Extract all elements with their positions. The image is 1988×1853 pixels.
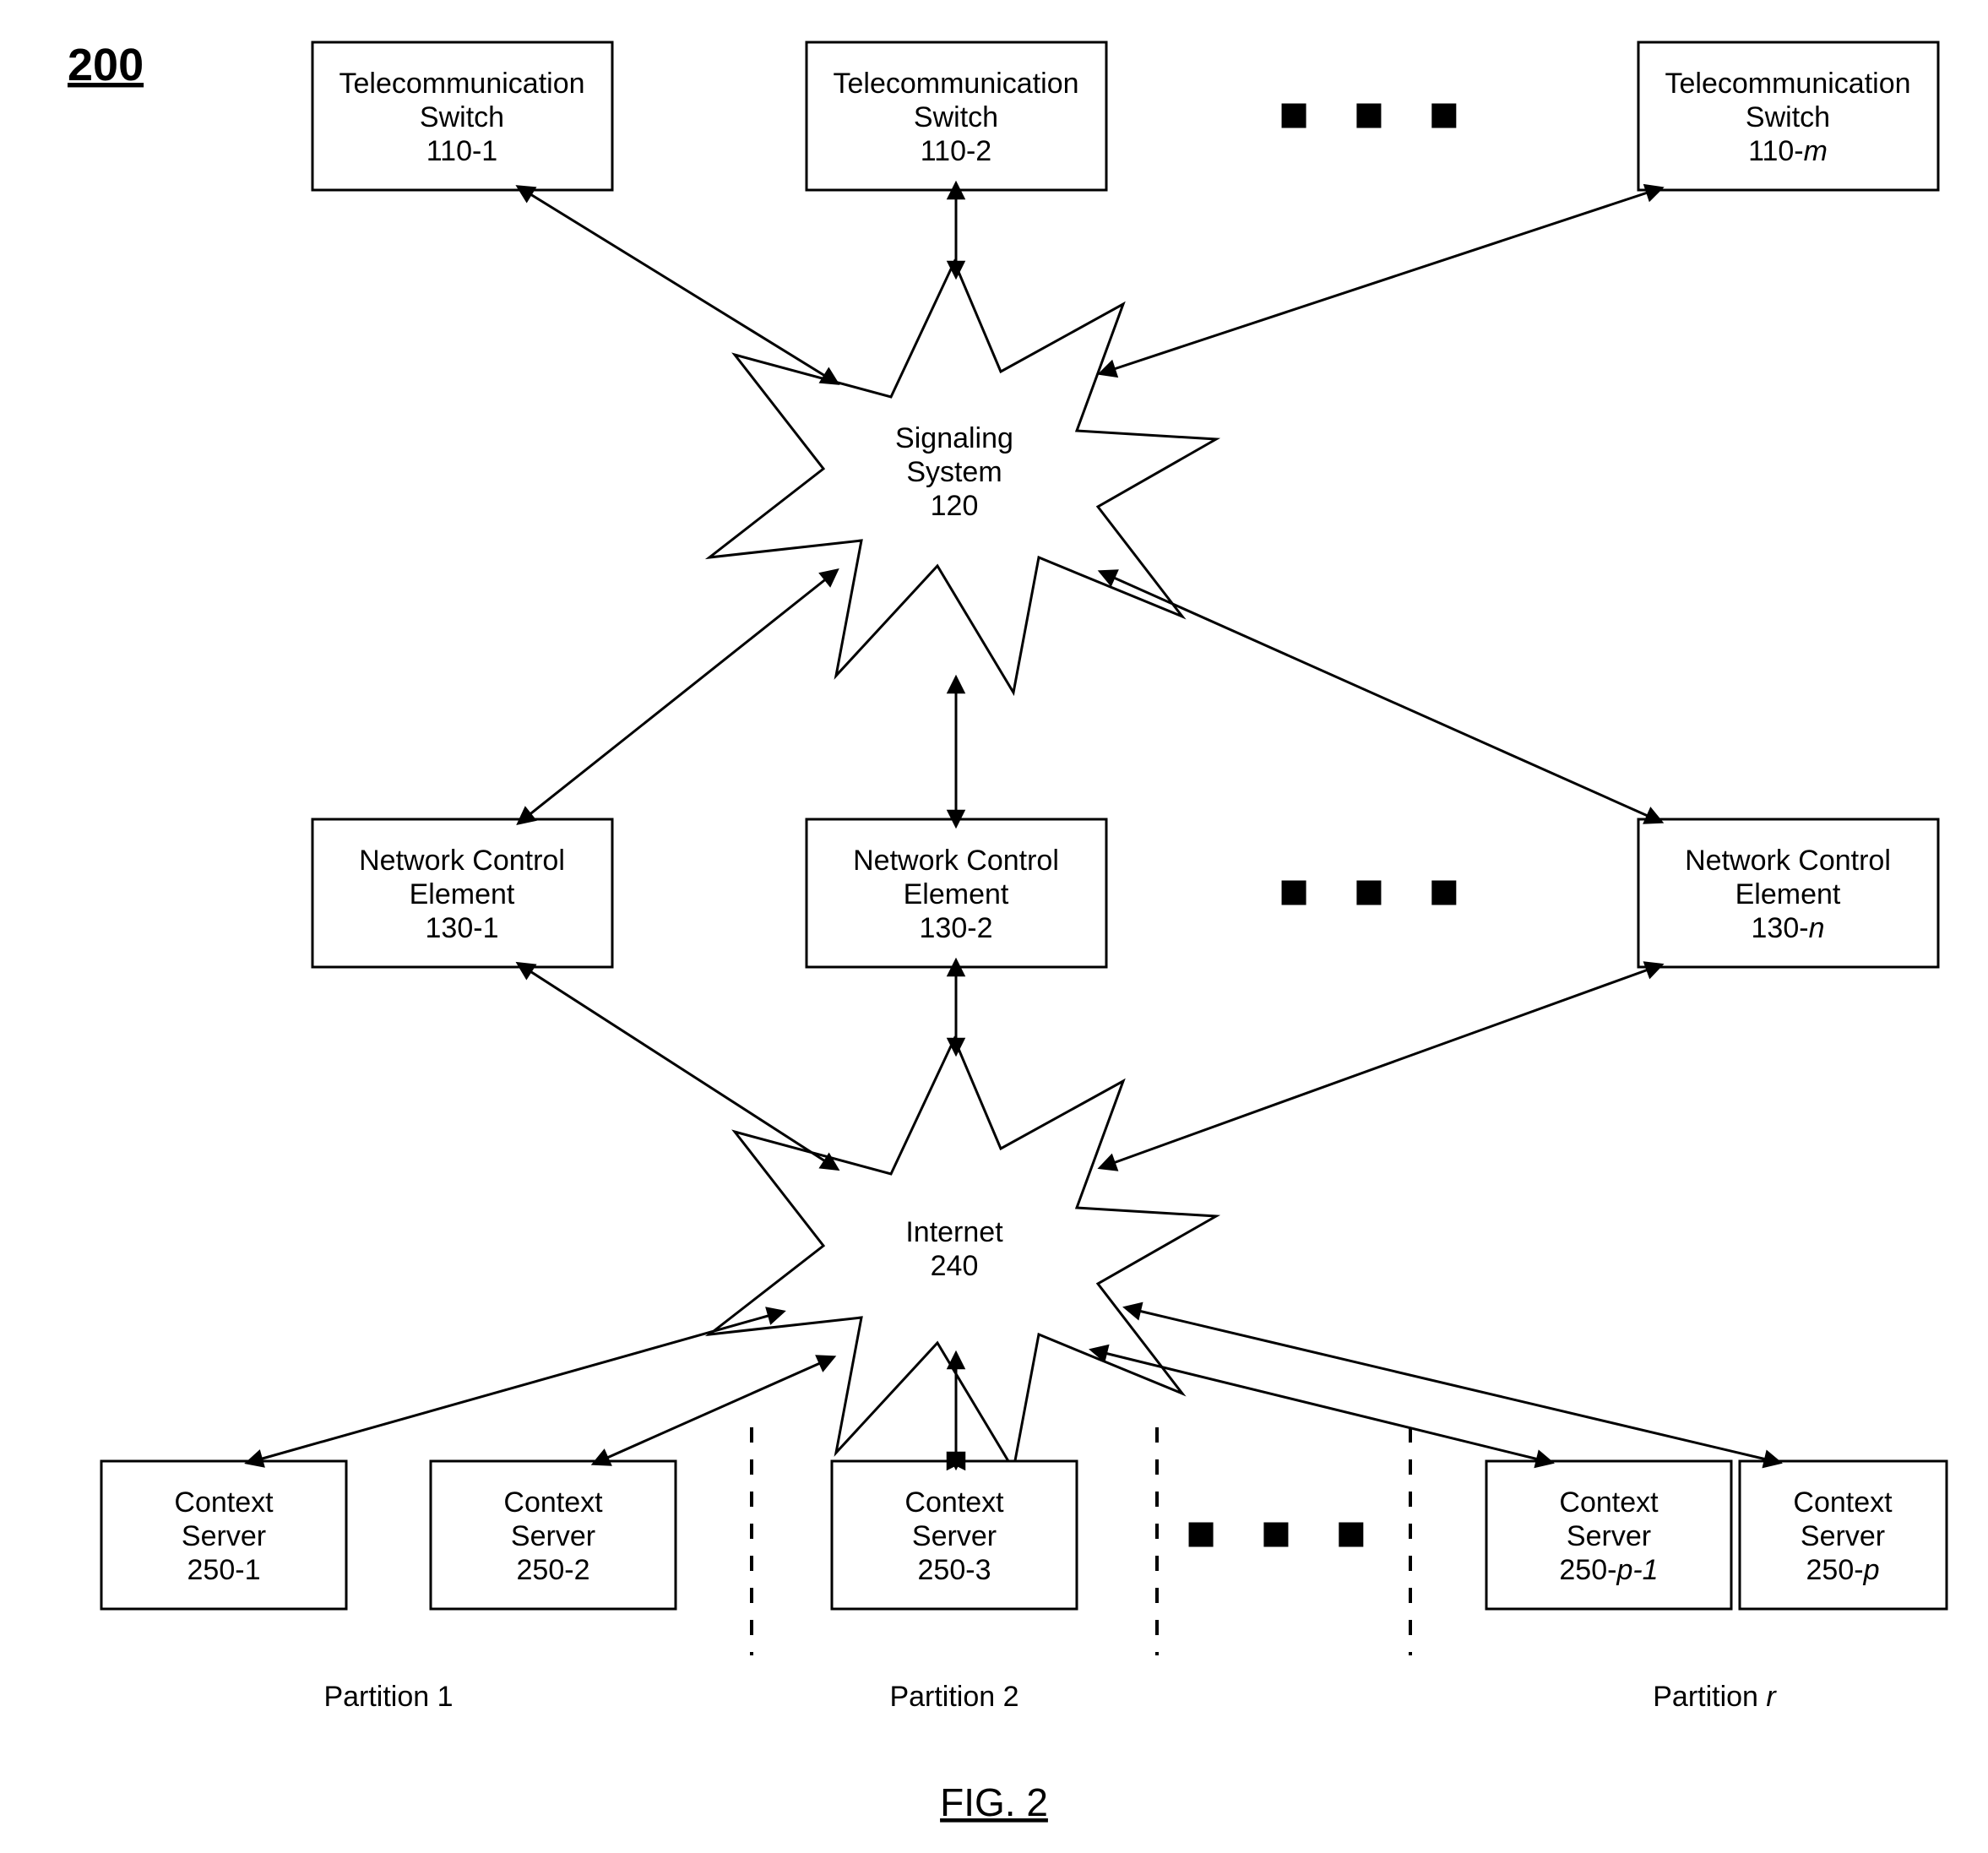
conn-swm-sig [1106,190,1655,372]
conn-nce1-int [524,967,832,1166]
internet: Internet 240 [709,1039,1216,1470]
figure-caption: FIG. 2 [940,1780,1048,1824]
nce-2-l3: 130-2 [920,912,993,944]
server-1-l2: Server [182,1520,266,1552]
nce-1: Network Control Element 130-1 [312,819,612,967]
nce-n: Network Control Element 130-n [1638,819,1938,967]
partition-2-label: Partition 2 [889,1681,1018,1713]
ellipsis-nce: ■ ■ ■ [1279,862,1475,919]
signaling-l2: System [906,456,1002,488]
ellipsis-servers: ■ ■ ■ [1186,1504,1382,1561]
internet-l2: 240 [931,1250,979,1282]
server-p1-l3: 250-p-1 [1559,1554,1658,1586]
conn-int-s1 [253,1313,777,1461]
server-p1-l1: Context [1559,1486,1659,1519]
switch-2-l1: Telecommunication [833,68,1078,100]
server-1-l1: Context [174,1486,274,1519]
nce-2: Network Control Element 130-2 [807,819,1106,967]
internet-l1: Internet [905,1216,1003,1248]
server-3: Context Server 250-3 [832,1461,1077,1609]
signaling-l1: Signaling [895,422,1013,454]
switch-1: Telecommunication Switch 110-1 [312,42,612,190]
conn-int-s2 [600,1360,828,1461]
nce-n-l3: 130-n [1752,912,1825,944]
signaling-system: Signaling System 120 [709,262,1216,693]
nce-1-l2: Element [410,878,515,910]
switch-2: Telecommunication Switch 110-2 [807,42,1106,190]
partition-1-label: Partition 1 [323,1681,453,1713]
server-p1-l2: Server [1567,1520,1651,1552]
nce-n-l2: Element [1735,878,1841,910]
server-2: Context Server 250-2 [431,1461,676,1609]
server-p-l2: Server [1801,1520,1885,1552]
conn-ncen-int [1106,967,1655,1166]
diagram-canvas: 200 Telecommunication Switch 110-1 Telec… [0,0,1988,1853]
server-3-l3: 250-3 [918,1554,991,1586]
switch-m-l1: Telecommunication [1665,68,1910,100]
figure-reference: 200 [68,40,144,90]
nce-2-l1: Network Control [853,845,1059,877]
switch-1-l2: Switch [420,101,504,133]
server-p-l3: 250-p [1806,1554,1880,1586]
nce-1-l3: 130-1 [426,912,499,944]
conn-sig-nce1 [524,574,832,819]
server-p-l1: Context [1793,1486,1893,1519]
nce-1-l1: Network Control [359,845,565,877]
server-2-l2: Server [511,1520,595,1552]
ellipsis-switches: ■ ■ ■ [1279,85,1475,142]
nce-2-l2: Element [904,878,1009,910]
server-3-l1: Context [904,1486,1004,1519]
server-1: Context Server 250-1 [101,1461,346,1609]
server-1-l3: 250-1 [187,1554,261,1586]
conn-int-sp1 [1098,1351,1545,1461]
server-p1: Context Server 250-p-1 [1486,1461,1731,1609]
server-3-l2: Server [912,1520,997,1552]
switch-m-l3: 110-m [1748,135,1828,167]
signaling-l3: 120 [931,490,979,522]
server-p: Context Server 250-p [1740,1461,1947,1609]
switch-m-l2: Switch [1746,101,1830,133]
switch-2-l3: 110-2 [921,135,991,167]
partition-r-label: Partition r [1653,1681,1777,1713]
switch-1-l1: Telecommunication [339,68,584,100]
switch-2-l2: Switch [914,101,998,133]
switch-1-l3: 110-1 [426,135,497,167]
server-2-l1: Context [503,1486,603,1519]
nce-n-l1: Network Control [1685,845,1891,877]
conn-sig-ncen [1106,574,1655,819]
switch-m: Telecommunication Switch 110-m [1638,42,1938,190]
conn-sw1-sig [524,190,832,380]
server-2-l3: 250-2 [517,1554,590,1586]
